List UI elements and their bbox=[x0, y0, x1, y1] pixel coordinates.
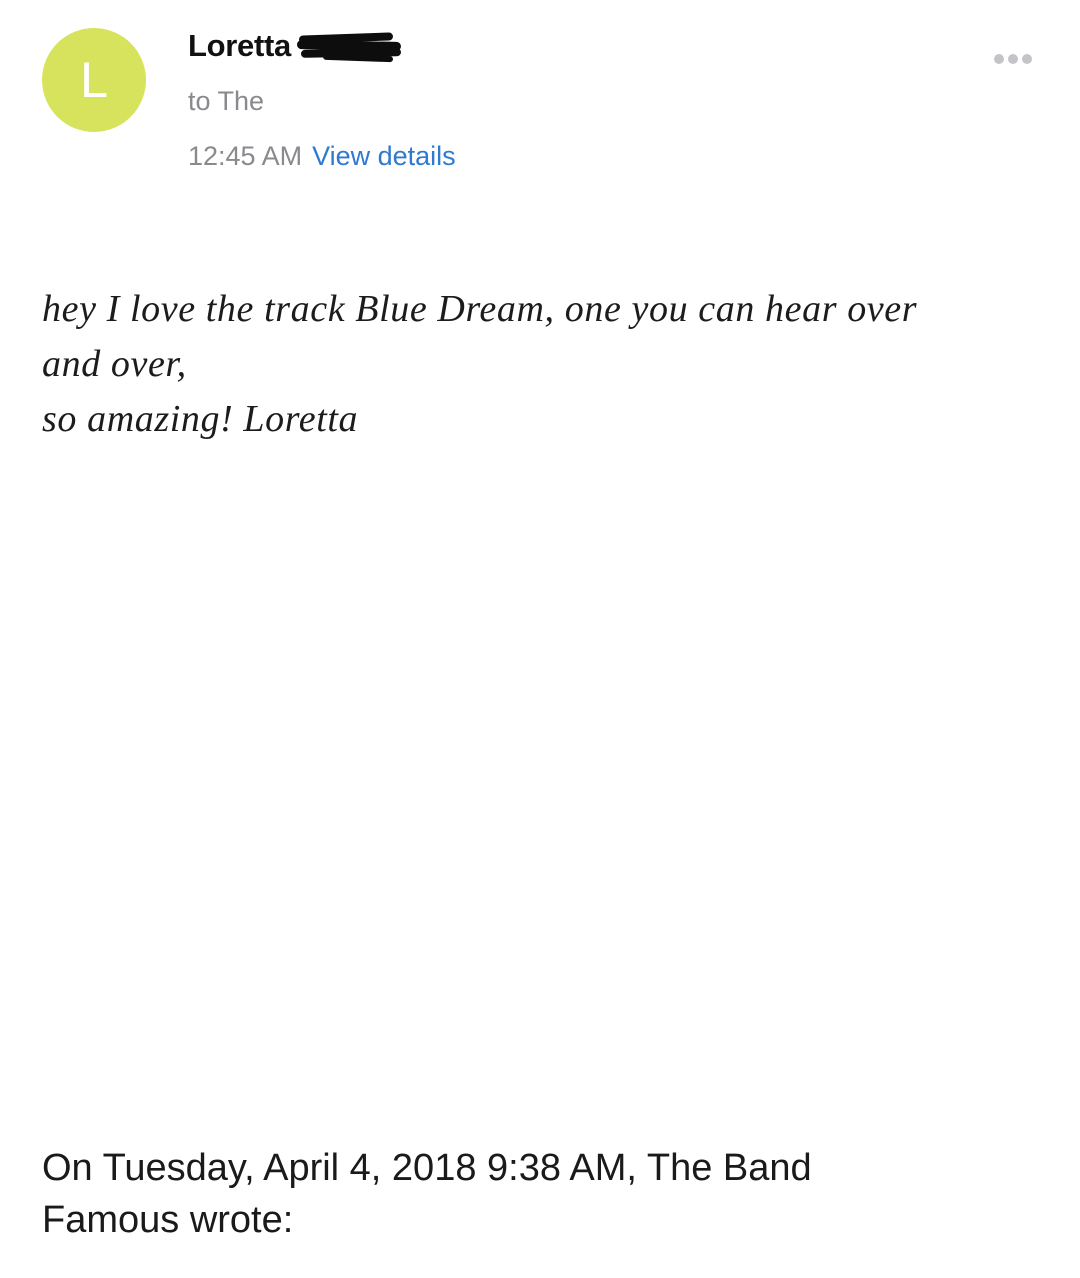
sender-row: Loretta bbox=[188, 24, 405, 68]
quoted-reply-header: On Tuesday, April 4, 2018 9:38 AM, The B… bbox=[42, 1142, 1042, 1246]
sender-name[interactable]: Loretta bbox=[188, 28, 291, 64]
ellipsis-icon bbox=[994, 54, 1032, 64]
quoted-reply-line: On Tuesday, April 4, 2018 9:38 AM, The B… bbox=[42, 1147, 812, 1189]
message-body-line: hey I love the track Blue Dream, one you… bbox=[42, 288, 918, 330]
meta-row: 12:45 AM View details bbox=[188, 141, 456, 172]
message-body: hey I love the track Blue Dream, one you… bbox=[42, 282, 1032, 447]
message-body-line: and over, bbox=[42, 343, 187, 385]
quoted-reply-line: Famous wrote: bbox=[42, 1199, 294, 1241]
view-details-link[interactable]: View details bbox=[312, 141, 456, 171]
redaction-scribble bbox=[296, 31, 405, 63]
message-body-line: so amazing! Loretta bbox=[42, 398, 359, 440]
message-time: 12:45 AM bbox=[188, 141, 303, 171]
sender-avatar[interactable]: L bbox=[42, 28, 146, 132]
recipient-line[interactable]: to The bbox=[188, 86, 264, 117]
more-options-button[interactable] bbox=[994, 50, 1032, 68]
avatar-initial: L bbox=[80, 52, 108, 108]
